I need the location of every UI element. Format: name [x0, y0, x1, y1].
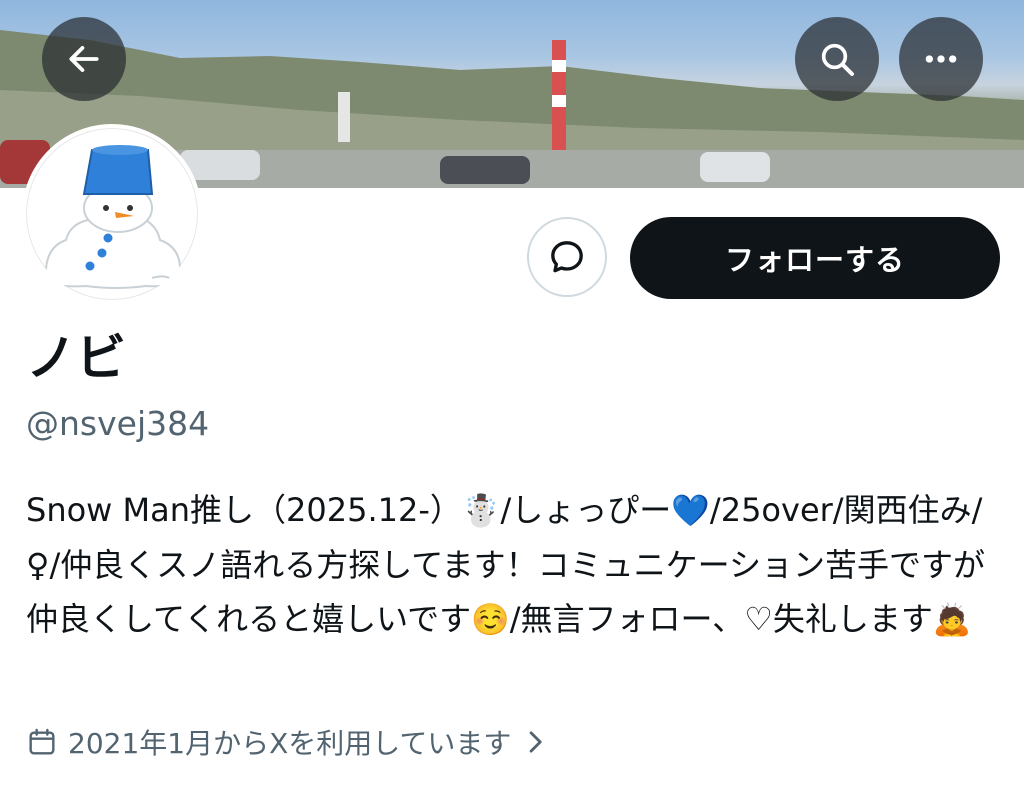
more-options-button[interactable] — [899, 17, 983, 101]
joined-date-text: 2021年1月からXを利用しています — [68, 727, 512, 760]
calendar-icon — [26, 726, 58, 758]
search-icon — [821, 43, 854, 76]
chevron-right-icon — [525, 729, 545, 755]
profile-avatar[interactable] — [22, 124, 202, 304]
display-name: ノビ — [26, 329, 126, 387]
profile-bio: Snow Man推し（2025.12-）☃️/しょっぴー💙/25over/関西住… — [26, 483, 998, 647]
more-horizontal-icon — [925, 55, 957, 63]
chat-bubble-icon — [551, 241, 583, 273]
snowman-emoji: ☃️ — [461, 493, 501, 529]
follow-button[interactable]: フォローする — [630, 217, 1000, 299]
bio-text-1: Snow Man推し（2025.12-） — [26, 491, 462, 529]
message-button[interactable] — [527, 217, 607, 297]
username-handle: @nsvej384 — [26, 404, 210, 443]
bowing-person-emoji: 🙇 — [932, 602, 972, 638]
bio-text-4: /無言フォロー、♡失礼します — [509, 600, 933, 638]
joined-date-row[interactable]: 2021年1月からXを利用しています — [26, 720, 545, 764]
smiling-face-emoji: ☺️ — [471, 602, 510, 638]
bio-text-2: /しょっぴー — [500, 491, 672, 529]
arrow-left-icon — [69, 46, 99, 72]
search-button[interactable] — [795, 17, 879, 101]
blue-heart-emoji: 💙 — [671, 493, 710, 529]
snowman-avatar — [44, 145, 182, 289]
back-button[interactable] — [42, 17, 126, 101]
